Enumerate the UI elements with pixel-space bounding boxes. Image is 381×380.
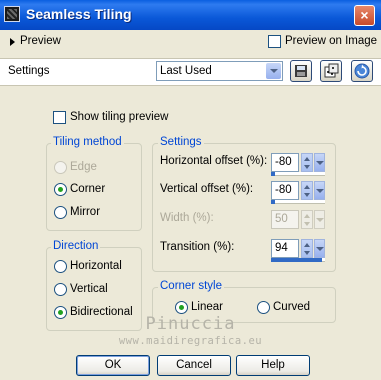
save-preset-button[interactable] (290, 60, 312, 82)
save-preset-icon (295, 65, 307, 77)
direction-vertical-radio[interactable] (54, 283, 67, 296)
preview-label: Preview (20, 35, 61, 47)
expand-arrow-icon (10, 38, 15, 46)
width-label: Width (%): (160, 212, 214, 224)
watermark-name: Pinuccia (145, 314, 236, 334)
corner-style-title: Corner style (158, 280, 224, 292)
show-tiling-preview-label: Show tiling preview (70, 111, 169, 123)
corner-curved-label: Curved (273, 301, 311, 313)
horizontal-offset-slider[interactable] (271, 172, 325, 176)
transition-spinner[interactable] (301, 239, 313, 258)
preset-select[interactable]: Last Used (156, 61, 283, 81)
preview-on-image-checkbox[interactable] (268, 35, 281, 48)
app-icon (4, 6, 20, 22)
horizontal-offset-label: Horizontal offset (%): (160, 155, 268, 167)
direction-title: Direction (51, 240, 101, 252)
reset-icon (354, 63, 370, 79)
corner-curved-radio[interactable] (257, 301, 270, 314)
horizontal-offset-input[interactable]: -80 (271, 153, 299, 172)
tiling-mirror-label: Mirror (70, 206, 101, 218)
direction-horizontal-label: Horizontal (70, 260, 122, 272)
preview-toggle[interactable]: Preview (8, 34, 68, 50)
vertical-offset-spinner[interactable] (301, 181, 313, 200)
preset-value: Last Used (160, 65, 212, 77)
corner-linear-radio[interactable] (175, 301, 188, 314)
chevron-down-icon (266, 63, 281, 79)
random-dice-icon (324, 63, 339, 78)
direction-horizontal-radio[interactable] (54, 260, 67, 273)
tiling-corner-radio[interactable] (54, 183, 67, 196)
transition-slider-fill (271, 258, 322, 262)
transition-dropdown[interactable] (314, 239, 325, 258)
horizontal-offset-spinner[interactable] (301, 153, 313, 172)
settings-label: Settings (8, 65, 50, 77)
width-spinner[interactable] (301, 210, 313, 229)
direction-vertical-label: Vertical (70, 283, 108, 295)
corner-linear-label: Linear (191, 301, 223, 313)
tiling-edge-radio[interactable] (54, 161, 67, 174)
ok-button[interactable]: OK (76, 355, 150, 376)
close-button[interactable]: × (354, 5, 375, 26)
vertical-offset-input[interactable]: -80 (271, 181, 299, 200)
settings-title: Settings (158, 136, 204, 148)
transition-slider[interactable] (271, 258, 325, 262)
transition-label: Transition (%): (160, 241, 235, 253)
show-tiling-preview-checkbox[interactable] (53, 111, 66, 124)
horizontal-offset-slider-fill (271, 172, 275, 176)
preview-on-image-label: Preview on Image (285, 35, 378, 47)
window-title: Seamless Tiling (26, 6, 132, 22)
tiling-method-title: Tiling method (51, 136, 124, 148)
cancel-button[interactable]: Cancel (157, 355, 231, 376)
tiling-edge-label: Edge (70, 161, 97, 173)
width-input[interactable]: 50 (271, 210, 299, 229)
horizontal-offset-dropdown[interactable] (314, 153, 325, 172)
vertical-offset-slider-fill (271, 200, 275, 204)
vertical-offset-label: Vertical offset (%): (160, 183, 254, 195)
watermark-url: www.maidiregrafica.eu (118, 335, 263, 347)
vertical-offset-dropdown[interactable] (314, 181, 325, 200)
tiling-mirror-radio[interactable] (54, 206, 67, 219)
random-preset-button[interactable] (320, 60, 342, 82)
help-button[interactable]: Help (236, 355, 310, 376)
transition-input[interactable]: 94 (271, 239, 299, 258)
tiling-corner-label: Corner (70, 183, 106, 195)
reset-button[interactable] (351, 60, 373, 82)
vertical-offset-slider[interactable] (271, 200, 325, 204)
width-dropdown[interactable] (314, 210, 325, 229)
